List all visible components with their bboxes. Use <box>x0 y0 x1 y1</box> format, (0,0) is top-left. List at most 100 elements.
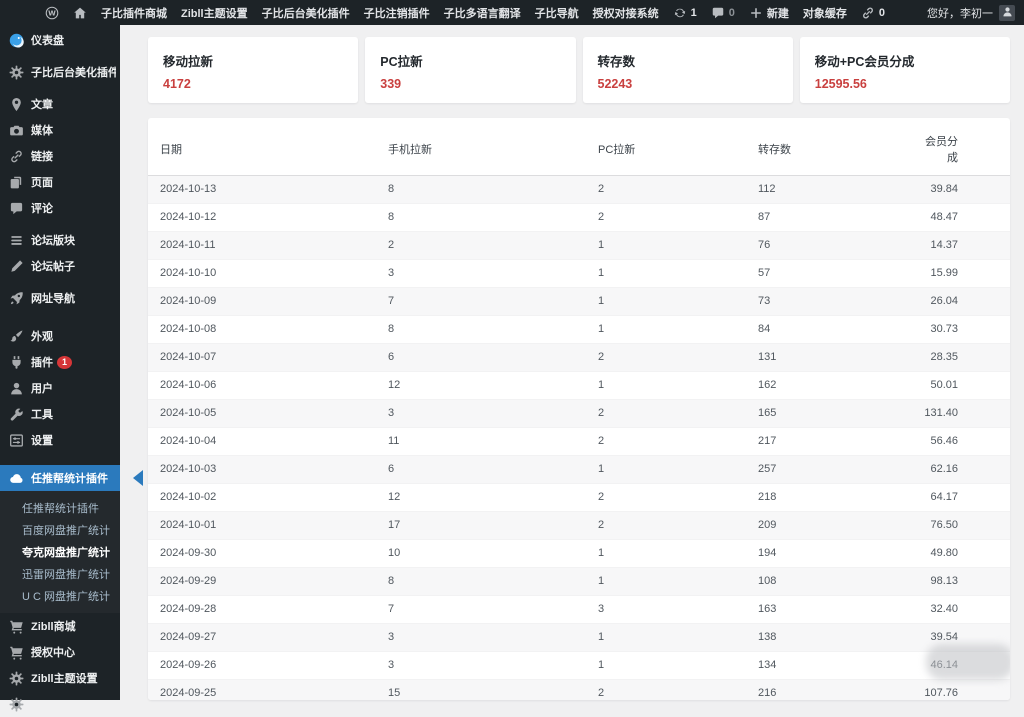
update-badge: 1 <box>57 355 72 369</box>
stat-card: 转存数 52243 <box>582 37 793 103</box>
sidebar-subitem-baidu-pan-stats[interactable]: 百度网盘推广统计 <box>0 519 120 541</box>
table-cell: 12 <box>388 491 401 503</box>
admin-bar-item[interactable]: 授权对接系统 <box>586 0 666 25</box>
sidebar-item-pages[interactable]: 页面 <box>0 169 120 195</box>
sidebar-item-label: 子比后台美化插件 <box>31 67 116 79</box>
table-cell: 2024-10-11 <box>160 239 216 251</box>
sidebar-subitem-uc-pan-stats[interactable]: U C 网盘推广统计 <box>0 585 120 607</box>
wp-logo-button[interactable]: W <box>38 0 66 25</box>
table-cell: 2 <box>598 211 605 223</box>
admin-bar-item[interactable]: 子比多语言翻译 <box>437 0 528 25</box>
sidebar-subitem-quark-pan-stats[interactable]: 夸克网盘推广统计 <box>0 541 120 563</box>
sidebar-item-media[interactable]: 媒体 <box>0 117 120 143</box>
updates-indicator[interactable]: 1 <box>666 0 704 25</box>
new-content-button[interactable]: 新建 <box>742 0 796 25</box>
comments-indicator[interactable]: 0 <box>704 0 742 25</box>
table-row: 2024-09-28 7 3 163 32.40 <box>148 596 1010 624</box>
pages-icon <box>8 174 24 190</box>
table-row: 2024-10-06 12 1 162 50.01 <box>148 372 1010 400</box>
sidebar-item-label: 工具 <box>31 409 53 421</box>
admin-bar-item[interactable]: 子比注销插件 <box>357 0 437 25</box>
sidebar-item-posts[interactable]: 文章 <box>0 91 120 117</box>
sidebar-item-partial-item[interactable] <box>0 691 120 717</box>
sidebar-item-label: 插件 <box>31 357 53 369</box>
sidebar-item-links[interactable]: 链接 <box>0 143 120 169</box>
table-cell: 2 <box>598 435 605 447</box>
sidebar-item-beautify-plugin[interactable]: 子比后台美化插件 <box>0 59 120 85</box>
sidebar-item-label: 网址导航 <box>31 293 75 305</box>
object-cache-label: 对象缓存 <box>802 7 847 20</box>
table-cell: 17 <box>388 519 401 531</box>
wp-logo-icon: W <box>45 6 59 20</box>
table-cell: 8 <box>388 575 395 587</box>
sidebar-item-appearance[interactable]: 外观 <box>0 323 120 349</box>
sidebar-item-dashboard[interactable]: 仪表盘 <box>0 27 120 53</box>
table-cell: 49.80 <box>930 547 958 559</box>
table-cell: 108 <box>758 575 777 587</box>
admin-bar-item[interactable]: Zibll主题设置 <box>174 0 255 25</box>
sidebar-item-forum-sections[interactable]: 论坛版块 <box>0 227 120 253</box>
table-cell: 1 <box>598 659 605 671</box>
table-cell: 3 <box>388 407 395 419</box>
table-cell: 76.50 <box>930 519 958 531</box>
table-cell: 7 <box>388 295 395 307</box>
link-count: 0 <box>878 6 885 19</box>
sidebar-item-forum-posts[interactable]: 论坛帖子 <box>0 253 120 279</box>
sidebar-item-license-center[interactable]: 授权中心 <box>0 639 120 665</box>
sidebar-item-comments[interactable]: 评论 <box>0 195 120 221</box>
table-row: 2024-09-30 10 1 194 49.80 <box>148 540 1010 568</box>
cloud-icon <box>8 470 24 486</box>
sidebar-item-label: Zibll主题设置 <box>31 673 98 685</box>
table-row: 2024-10-03 6 1 257 62.16 <box>148 455 1010 484</box>
sidebar-item-plugins[interactable]: 插件 1 <box>0 349 120 375</box>
stats-table: 日期 手机拉新 PC拉新 转存数 会员分成 2024-10-13 8 2 112 39.84 20… <box>148 122 1010 700</box>
table-cell: 1 <box>598 295 605 307</box>
stat-card-value: 52243 <box>597 77 633 91</box>
cart-icon <box>8 618 24 634</box>
sidebar-item-label: 文章 <box>31 99 53 111</box>
admin-bar-item[interactable]: 子比插件商城 <box>94 0 174 25</box>
sidebar-item-zibll-theme-settings[interactable]: Zibll主题设置 <box>0 665 120 691</box>
object-cache-button[interactable]: 对象缓存 <box>796 0 854 25</box>
stat-card: 移动+PC会员分成 12595.56 <box>799 37 1010 103</box>
sidebar-item-nav-sites[interactable]: 网址导航 <box>0 285 120 311</box>
table-cell: 98.13 <box>930 575 958 587</box>
table-cell: 15 <box>388 687 401 699</box>
table-cell: 2024-09-25 <box>160 687 217 699</box>
table-cell: 1 <box>598 631 605 643</box>
sidebar-subitem-xunlei-pan-stats[interactable]: 迅雷网盘推广统计 <box>0 563 120 585</box>
table-cell: 76 <box>758 239 771 251</box>
table-row: 2024-10-04 11 2 217 56.46 <box>148 428 1010 456</box>
table-cell: 32.40 <box>930 603 958 615</box>
column-header: 日期 <box>148 122 376 176</box>
table-cell: 30.73 <box>930 323 958 335</box>
table-cell: 2024-10-10 <box>160 267 217 279</box>
table-row: 2024-09-263113446.14 <box>148 652 1010 680</box>
avatar[interactable] <box>999 4 1015 21</box>
table-cell: 2024-10-07 <box>160 351 217 363</box>
table-cell: 73 <box>758 295 771 307</box>
sidebar-subitem-stats-home[interactable]: 任推帮统计插件 <box>0 497 120 519</box>
stat-card-title: 转存数 <box>597 55 636 69</box>
table-cell: 194 <box>758 547 777 559</box>
user-greeting[interactable]: 您好，李初一 <box>927 5 993 21</box>
stat-card-value: 4172 <box>163 77 191 91</box>
sidebar-item-stats-plugin[interactable]: 任推帮统计插件 <box>0 465 143 491</box>
sidebar-item-settings[interactable]: 设置 <box>0 427 120 453</box>
links-indicator[interactable]: 0 <box>854 0 892 25</box>
column-header: 会员分成 <box>906 122 1010 176</box>
table-cell: 134 <box>758 659 777 671</box>
table-cell: 3 <box>388 631 395 643</box>
table-cell: 2024-10-13 <box>160 183 217 195</box>
table-cell: 112 <box>758 183 776 195</box>
stat-card-title: 移动拉新 <box>163 55 214 69</box>
site-home-button[interactable] <box>66 0 94 25</box>
table-row: 2024-10-12 8 2 87 48.47 <box>148 204 1010 232</box>
admin-bar-item[interactable]: 子比后台美化插件 <box>255 0 357 25</box>
sidebar-item-users[interactable]: 用户 <box>0 375 120 401</box>
sidebar-item-tools[interactable]: 工具 <box>0 401 120 427</box>
update-count: 1 <box>690 6 697 19</box>
sidebar-item-zibll-store[interactable]: Zibll商城 <box>0 613 120 639</box>
table-cell: 26.04 <box>930 295 958 307</box>
admin-bar-item[interactable]: 子比导航 <box>528 0 586 25</box>
